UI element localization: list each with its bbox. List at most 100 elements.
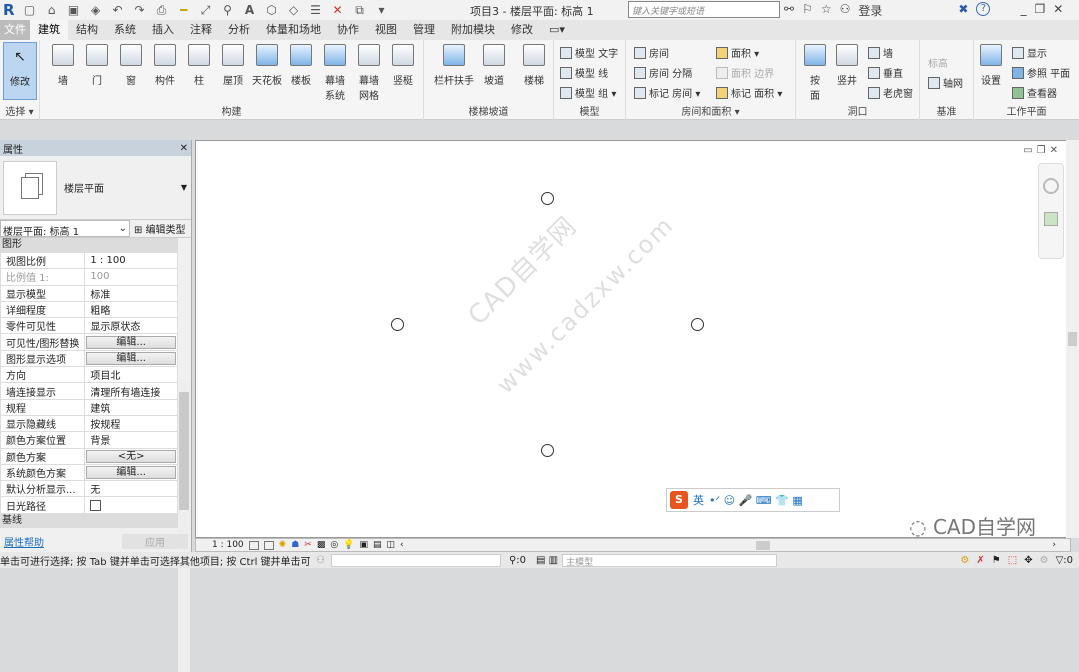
navigation-bar[interactable] [1038,163,1064,259]
property-value[interactable]: 1 : 100 [84,251,178,270]
tab-architecture[interactable]: 建筑 [30,20,68,40]
property-edit-button[interactable]: <无> [86,449,176,463]
tab-structure[interactable]: 结构 [68,20,106,40]
vertical-scrollbar[interactable] [1066,140,1079,538]
select-dropdown[interactable]: 选择 ▾ [0,103,39,118]
property-value[interactable]: 按规程 [84,414,178,433]
properties-scrollbar[interactable] [178,380,190,672]
door-button[interactable]: 门 [82,44,112,87]
property-value[interactable]: 建筑 [84,398,178,416]
roof-button[interactable]: 屋顶 [218,44,248,87]
ramp-button[interactable]: 坡道 [474,44,514,87]
tab-annotate[interactable]: 注释 [182,20,220,40]
restore-button[interactable]: ❐ [1034,2,1045,19]
reveal-hidden-icon[interactable]: 💡 [343,540,354,550]
railing-button[interactable]: 栏杆扶手 [434,44,474,87]
horizontal-scrollbar[interactable] [756,541,770,550]
property-value[interactable]: 显示原状态 [84,317,178,335]
scroll-left-icon[interactable]: ‹ [400,540,404,550]
switch-windows-icon[interactable]: ⧉ [353,4,367,16]
measure-icon[interactable]: ━ [177,4,191,16]
tag-area-button[interactable]: 标记 面积 ▾ [716,85,782,100]
set-workplane-button[interactable]: 设置 [976,44,1006,87]
sync-icon[interactable]: ◈ [89,4,103,16]
curtain-system-button[interactable]: 幕墙 系统 [320,44,350,102]
chevron-down-icon[interactable]: ▼ [181,183,187,192]
tab-file[interactable]: 文件 [0,20,30,40]
by-face-button[interactable]: 按 面 [800,44,830,102]
elevation-marker-north[interactable] [541,192,554,205]
customize-icon[interactable]: ▾ [375,4,389,16]
shaft-button[interactable]: 竖井 [832,44,862,87]
tag-room-button[interactable]: 标记 房间 ▾ [634,85,700,100]
type-selector[interactable]: 楼层平面 ▼ [0,156,191,220]
sun-path-checkbox[interactable] [90,499,102,511]
ime-toolbar[interactable]: S 英 •ᐟ ☺ 🎤 ⌨ 👕 ▦ [666,488,840,512]
temp-hide-icon[interactable]: ◎ [330,540,338,550]
tag-icon[interactable]: ⚲ [221,4,235,16]
exchange-icon[interactable]: ✖ [958,2,968,19]
tab-modify[interactable]: 修改 [503,20,541,40]
elevation-marker-west[interactable] [391,318,404,331]
instance-selector[interactable]: 楼层平面: 标高 1 ⌄ [0,220,130,238]
property-edit-button[interactable]: 编辑... [86,351,176,365]
scroll-right-icon[interactable]: › [1052,540,1056,550]
drag-icon[interactable]: ✥ [1024,555,1032,566]
design-options-icon[interactable]: ▤ ▥ [536,555,558,566]
tab-insert[interactable]: 插入 [144,20,182,40]
vertical-opening-button[interactable]: 垂直 [868,65,903,80]
floor-button[interactable]: 楼板 [286,44,316,87]
room-area-dropdown[interactable]: 房间和面积 ▾ [626,103,795,118]
column-button[interactable]: 柱 [184,44,214,87]
close-button[interactable]: ✕ [1053,2,1063,19]
crop-view-icon[interactable]: ✂ [304,540,312,550]
workset-dropdown[interactable] [330,553,501,567]
room-button[interactable]: 房间 [634,45,669,60]
property-value[interactable]: 项目北 [84,366,178,384]
group-graphics[interactable]: 图形 [0,238,178,252]
visual-style-icon[interactable] [263,540,274,550]
search-input[interactable]: 键入关键字或短语 [628,1,780,18]
print-icon[interactable]: ⎙ [155,4,169,16]
binoculars-icon[interactable]: ⚯ [784,2,794,19]
user-icon[interactable]: ⚇ [840,2,851,19]
apply-button[interactable]: 应用 [122,534,188,549]
property-edit-button[interactable]: 编辑... [86,335,176,349]
dormer-button[interactable]: 老虎窗 [868,85,913,100]
property-value[interactable]: 标准 [84,284,178,302]
3d-view-icon[interactable]: ⬡ [265,4,279,16]
editable-icon[interactable]: ⚲:0 [509,555,526,566]
edit-type-button[interactable]: ⊞ 编辑类型 [134,221,186,236]
property-value[interactable]: 粗略 [84,300,178,319]
property-value[interactable]: 清理所有墙连接 [84,382,178,400]
tab-addins[interactable]: 附加模块 [443,20,503,40]
window-button[interactable]: 窗 [116,44,146,87]
constraints-icon[interactable]: ◫ [386,540,395,550]
component-button[interactable]: 构件 [150,44,180,87]
group-underlay[interactable]: 基线 [0,513,178,528]
minimize-button[interactable]: _ [1020,2,1026,19]
view-close-icon[interactable]: ✕ [1050,145,1058,156]
property-value[interactable]: 无 [84,480,178,498]
save-icon[interactable]: ▣ [67,4,81,16]
background-process-icon[interactable]: ⚙ [1040,555,1049,566]
stair-button[interactable]: 楼梯 [514,44,554,87]
favorites-icon[interactable]: ☆ [821,2,832,19]
tab-manage[interactable]: 管理 [405,20,443,40]
drawing-canvas[interactable]: ▭ ❐ ✕ CAD自学网 www.cadzxw.com S 英 •ᐟ ☺ 🎤 ⌨ 👕 ▦… [195,140,1071,539]
tab-analyze[interactable]: 分析 [220,20,258,40]
select-face-icon[interactable]: ⬚ [1008,555,1017,566]
temp-view-icon[interactable]: ▣ [359,540,368,550]
elevation-marker-east[interactable] [691,318,704,331]
shadows-icon[interactable]: ☗ [291,540,299,550]
close-hidden-icon[interactable]: ✕ [331,4,345,16]
property-edit-button[interactable]: 编辑... [86,466,176,479]
wall-opening-button[interactable]: 墙 [868,45,893,60]
text-icon[interactable]: A [243,4,257,16]
area-button[interactable]: 面积 ▾ [716,45,759,60]
view-scale[interactable]: 1 : 100 [212,540,244,550]
properties-help-link[interactable]: 属性帮助 [4,534,44,549]
revit-logo[interactable]: R [3,1,15,19]
mullion-button[interactable]: 竖梃 [388,44,418,87]
show-workplane-button[interactable]: 显示 [1012,45,1047,60]
